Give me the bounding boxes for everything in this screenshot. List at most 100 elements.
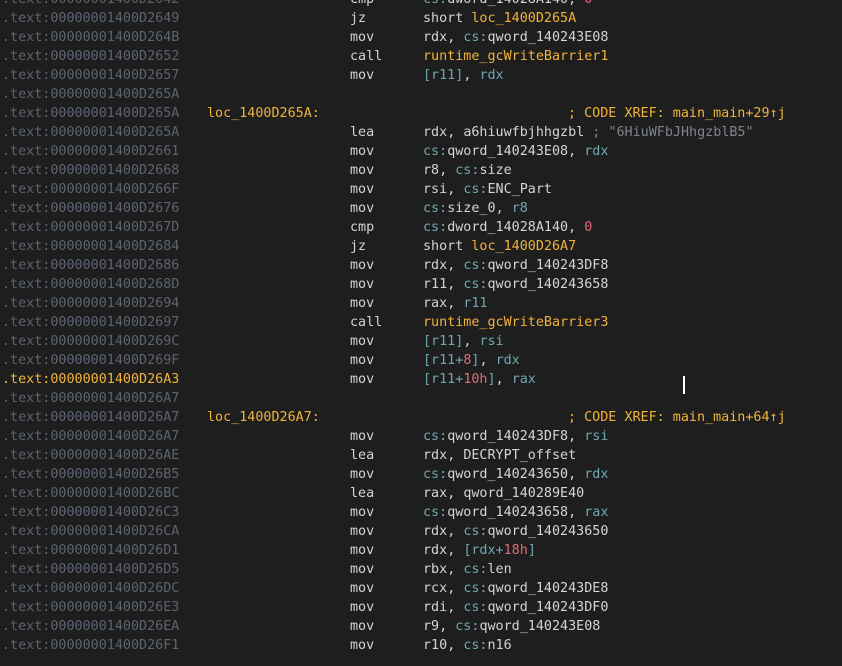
operand-token: ,: [447, 277, 464, 292]
operand-token: cs:: [463, 30, 488, 45]
address: .text:00000001400D2649: [2, 11, 180, 26]
instruction-line[interactable]: .text:00000001400D2694 mov rax, r11: [0, 294, 842, 313]
instruction-line[interactable]: .text:00000001400D2668 mov r8, cs:size: [0, 161, 842, 180]
operand-token[interactable]: qword_140243E08: [447, 144, 568, 159]
operand-token[interactable]: ENC_Part: [488, 182, 553, 197]
instruction-line[interactable]: .text:00000001400D2642 cmp cs:dword_14028A…: [0, 0, 842, 9]
operand-token[interactable]: qword_140243650: [447, 467, 568, 482]
operands: [r11+10h], rax: [423, 370, 536, 389]
instruction-line[interactable]: .text:00000001400D269F mov [r11+8], rdx: [0, 351, 842, 370]
instruction-line[interactable]: .text:00000001400D2686 mov rdx, cs:qword_1…: [0, 256, 842, 275]
code-reference[interactable]: runtime_gcWriteBarrier1: [423, 49, 608, 64]
operand-token: rax: [423, 486, 448, 501]
code-reference[interactable]: loc_1400D26A7: [471, 239, 576, 254]
operand-token: cs:: [423, 505, 448, 520]
operands: runtime_gcWriteBarrier1: [423, 47, 608, 66]
instruction-line[interactable]: .text:00000001400D26D5 mov rbx, cs:len: [0, 560, 842, 579]
operands: [r11+8], rdx: [423, 351, 520, 370]
operands: cs:qword_140243DF8, rsi: [423, 427, 608, 446]
xref-comment[interactable]: ; CODE XREF: main_main+29↑j: [568, 104, 786, 123]
instruction-line[interactable]: .text:00000001400D26BC lea rax, qword_1402…: [0, 484, 842, 503]
operand-token: [r11+: [423, 353, 464, 368]
operand-token[interactable]: len: [488, 562, 512, 577]
operand-token[interactable]: a6hiuwfbjhhgzbl: [463, 125, 584, 140]
mnemonic: mov: [350, 353, 375, 368]
instruction-line[interactable]: .text:00000001400D26D1 mov rdx, [rdx+18h]: [0, 541, 842, 560]
instruction-line[interactable]: .text:00000001400D2676 mov cs:size_0, r8: [0, 199, 842, 218]
operand-token[interactable]: n16: [488, 638, 512, 653]
instruction-line[interactable]: .text:00000001400D26A7 mov cs:qword_140243…: [0, 427, 842, 446]
operand-token[interactable]: qword_140243650: [488, 524, 609, 539]
instruction-line[interactable]: .text:00000001400D2652 call runtime_gcWrit…: [0, 47, 842, 66]
instruction-line[interactable]: .text:00000001400D268D mov r11, cs:qword_1…: [0, 275, 842, 294]
operand-token[interactable]: size: [479, 163, 511, 178]
blank-line[interactable]: .text:00000001400D265A: [0, 85, 842, 104]
operand-token: ,: [447, 258, 464, 273]
operand-token: ,: [568, 220, 585, 235]
instruction-line[interactable]: .text:00000001400D2657 mov [r11], rdx: [0, 66, 842, 85]
operand-token: ,: [447, 182, 464, 197]
label-line[interactable]: .text:00000001400D265A loc_1400D265A: ; CO…: [0, 104, 842, 123]
instruction-line[interactable]: .text:00000001400D26EA mov r9, cs:qword_14…: [0, 617, 842, 636]
label-line[interactable]: .text:00000001400D26A7 loc_1400D26A7: ; CO…: [0, 408, 842, 427]
disassembly-listing[interactable]: .text:00000001400D2642cmpcs:dword_14028A…: [0, 0, 842, 655]
address: .text:00000001400D26D1: [2, 543, 180, 558]
operand-token[interactable]: dword_14028A140: [447, 220, 568, 235]
operand-token: ,: [495, 372, 512, 387]
operand-token[interactable]: qword_140243DE8: [488, 581, 609, 596]
operand-token[interactable]: qword_140243DF8: [447, 429, 568, 444]
instruction-line[interactable]: .text:00000001400D26E3 mov rdi, cs:qword_1…: [0, 598, 842, 617]
instruction-line[interactable]: .text:00000001400D26C3 mov cs:qword_140243…: [0, 503, 842, 522]
instruction-line[interactable]: .text:00000001400D267D cmp cs:dword_14028A…: [0, 218, 842, 237]
operand-token[interactable]: qword_140243E08: [479, 619, 600, 634]
instruction-line[interactable]: .text:00000001400D265A lea rdx, a6hiuwfbjh…: [0, 123, 842, 142]
operand-token: cs:: [423, 429, 448, 444]
code-reference[interactable]: loc_1400D265A: [471, 11, 576, 26]
operand-token[interactable]: qword_140243DF0: [488, 600, 609, 615]
instruction-line[interactable]: .text:00000001400D26DC mov rcx, cs:qword_1…: [0, 579, 842, 598]
operand-token[interactable]: qword_140243658: [447, 505, 568, 520]
operand-token[interactable]: qword_140243E08: [488, 30, 609, 45]
operand-token: rdx: [423, 258, 448, 273]
operand-token: rdx: [423, 543, 448, 558]
instruction-line[interactable]: .text:00000001400D26B5 mov cs:qword_140243…: [0, 465, 842, 484]
mnemonic: lea: [350, 448, 375, 463]
operand-token: rdx: [479, 68, 504, 83]
instruction-line[interactable]: .text:00000001400D2697 call runtime_gcWrit…: [0, 313, 842, 332]
xref-comment[interactable]: ; CODE XREF: main_main+64↑j: [568, 408, 786, 427]
operand-token: ,: [447, 30, 464, 45]
operand-token[interactable]: qword_140243DF8: [488, 258, 609, 273]
address: .text:00000001400D266F: [2, 182, 180, 197]
operand-token: rax: [423, 296, 448, 311]
operand-token: cs:: [463, 600, 488, 615]
operands: cs:dword_14028A140, 0: [423, 0, 592, 9]
instruction-line[interactable]: .text:00000001400D26AE lea rdx, DECRYPT_of…: [0, 446, 842, 465]
operand-token: ,: [463, 334, 480, 349]
operand-token[interactable]: qword_140243658: [488, 277, 609, 292]
address: .text:00000001400D2697: [2, 315, 180, 330]
instruction-line[interactable]: .text:00000001400D2684 jz short loc_1400D2…: [0, 237, 842, 256]
operand-token[interactable]: size_0: [447, 201, 495, 216]
operand-token: cs:: [463, 258, 488, 273]
operand-token: cs:: [423, 144, 448, 159]
instruction-line[interactable]: .text:00000001400D26CA mov rdx, cs:qword_1…: [0, 522, 842, 541]
operand-token[interactable]: dword_14028A140: [447, 0, 568, 7]
operand-token: rdi: [423, 600, 448, 615]
instruction-line[interactable]: .text:00000001400D26F1 mov r10, cs:n16: [0, 636, 842, 655]
instruction-line[interactable]: .text:00000001400D2661 mov cs:qword_140243…: [0, 142, 842, 161]
address: .text:00000001400D265A: [2, 125, 180, 140]
operand-token: ,: [447, 600, 464, 615]
code-label[interactable]: loc_1400D265A:: [207, 104, 320, 123]
operand-token[interactable]: qword_140289E40: [463, 486, 584, 501]
blank-line[interactable]: .text:00000001400D26A7: [0, 389, 842, 408]
operand-token[interactable]: DECRYPT_offset: [463, 448, 576, 463]
instruction-line[interactable]: .text:00000001400D26A3 mov [r11+10h], rax: [0, 370, 842, 389]
instruction-line[interactable]: .text:00000001400D2649 jz short loc_1400D2…: [0, 9, 842, 28]
operand-token: ,: [447, 562, 464, 577]
code-label[interactable]: loc_1400D26A7:: [207, 408, 320, 427]
operands: r8, cs:size: [423, 161, 512, 180]
code-reference[interactable]: runtime_gcWriteBarrier3: [423, 315, 608, 330]
instruction-line[interactable]: .text:00000001400D266F mov rsi, cs:ENC_Par…: [0, 180, 842, 199]
instruction-line[interactable]: .text:00000001400D269C mov [r11], rsi: [0, 332, 842, 351]
instruction-line[interactable]: .text:00000001400D264B mov rdx, cs:qword_1…: [0, 28, 842, 47]
